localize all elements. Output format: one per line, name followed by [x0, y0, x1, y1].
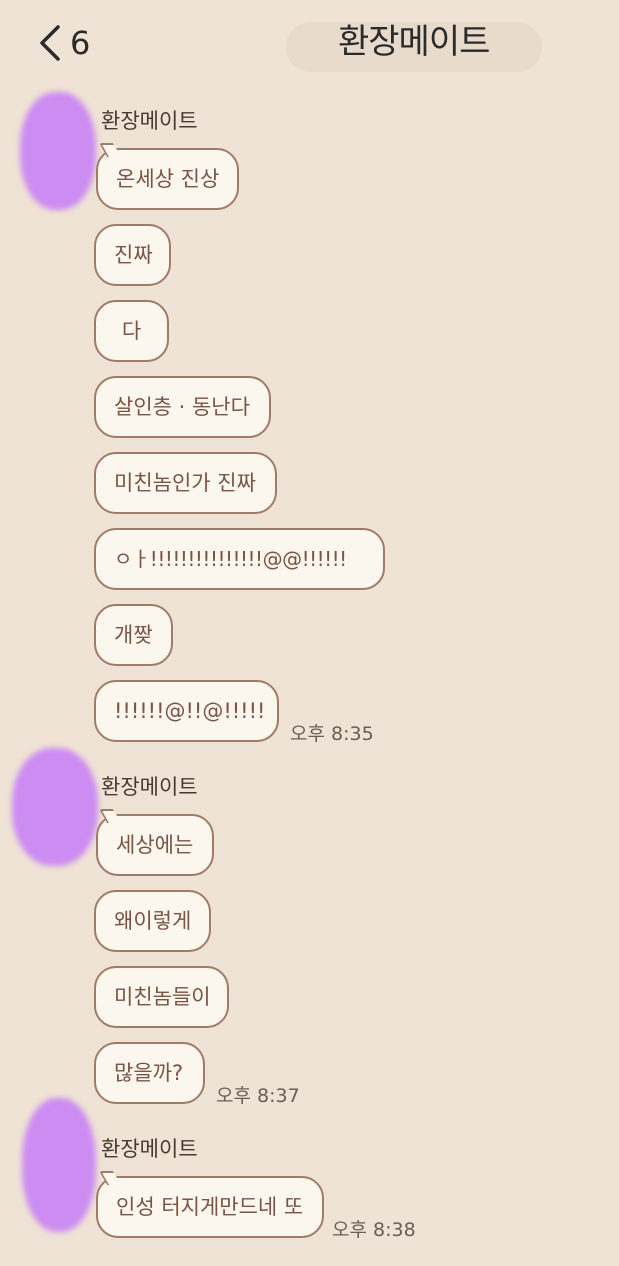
message-bubble[interactable]: ㅇㅏ!!!!!!!!!!!!!!!@@!!!!!! [94, 528, 385, 590]
message-bubble[interactable]: 세상에는 [96, 814, 214, 876]
message-time: 오후 8:38 [332, 1219, 416, 1241]
avatar[interactable] [22, 1098, 96, 1232]
message-bubble[interactable]: 미친놈들이 [94, 966, 229, 1028]
sender-name: 환장메이트 [101, 1137, 198, 1161]
message-time: 오후 8:35 [290, 723, 374, 745]
unread-count: 6 [70, 24, 91, 62]
message-bubble[interactable]: 살인층 · 동난다 [94, 376, 271, 438]
sender-name: 환장메이트 [101, 775, 198, 799]
message-bubble[interactable]: 왜이렇게 [94, 890, 211, 952]
chat-title: 환장메이트 [338, 22, 490, 62]
message-bubble[interactable]: 진짜 [94, 224, 171, 286]
avatar[interactable] [12, 748, 98, 866]
chat-header: 6 환장메이트 [0, 0, 619, 90]
message-bubble[interactable]: 다 [94, 300, 169, 362]
message-bubble[interactable]: 온세상 진상 [96, 148, 239, 210]
message-bubble[interactable]: 많을까? [94, 1042, 205, 1104]
avatar[interactable] [20, 92, 96, 210]
message-bubble[interactable]: 인성 터지게만드네 또 [96, 1176, 324, 1238]
message-bubble[interactable]: 미친놈인가 진짜 [94, 452, 277, 514]
back-button[interactable]: 6 [36, 20, 90, 66]
message-bubble[interactable]: 개짲 [94, 604, 173, 666]
sender-name: 환장메이트 [101, 109, 198, 133]
chevron-left-icon [40, 25, 60, 61]
message-bubble[interactable]: !!!!!!@!!@!!!!! [94, 680, 279, 742]
message-time: 오후 8:37 [216, 1085, 300, 1107]
